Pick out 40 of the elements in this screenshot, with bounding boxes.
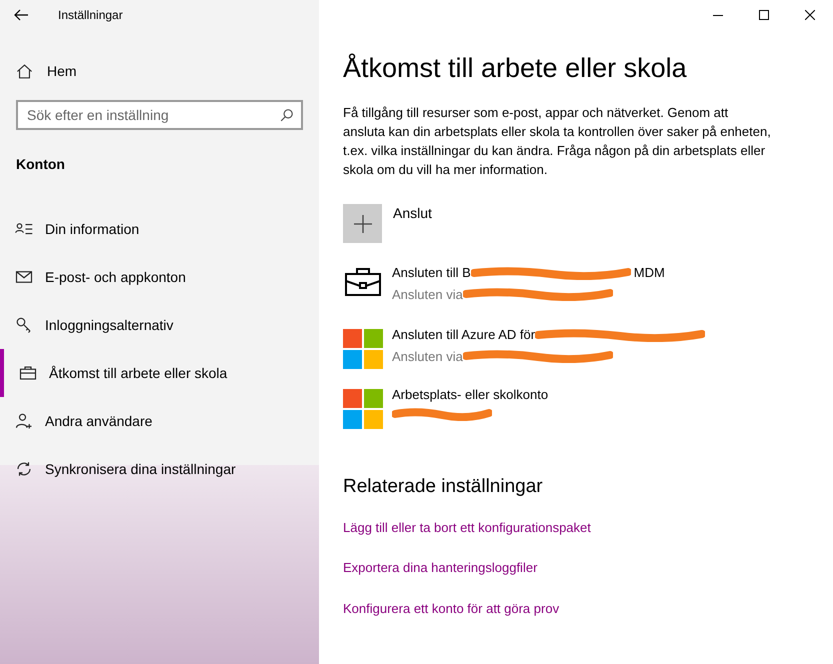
windows-logo-icon	[343, 329, 383, 369]
account-item[interactable]: Ansluten till Azure AD för Ansluten via	[343, 325, 813, 385]
home-icon	[16, 62, 33, 80]
close-icon	[805, 10, 815, 20]
plus-icon	[354, 214, 372, 232]
section-heading: Relaterade inställningar	[343, 475, 544, 499]
page-title: Åtkomst till arbete eller skola	[343, 52, 688, 85]
section-heading: Konton	[15, 155, 66, 174]
nav-item[interactable]: Synkronisera dina inställningar	[0, 445, 319, 493]
settings-link[interactable]: Konfigurera ett konto för att göra prov	[343, 598, 560, 618]
briefcase-icon	[19, 364, 37, 382]
account-item[interactable]: Arbetsplats- eller skolkonto	[343, 385, 813, 445]
windows-logo-icon	[343, 389, 383, 429]
back-arrow-icon[interactable]	[14, 9, 28, 21]
account-detail: Ansluten via	[392, 286, 463, 304]
account-item[interactable]: Ansluten till B MDM Ansluten via	[343, 259, 813, 325]
account-title: Ansluten till B	[392, 264, 471, 282]
nav-item[interactable]: Andra användare	[0, 397, 319, 445]
home-nav-item[interactable]: Hem	[0, 58, 319, 84]
account-title-end: MDM	[634, 264, 665, 282]
account-title: Arbetsplats- eller skolkonto	[392, 386, 548, 404]
account-detail: Ansluten via	[392, 348, 463, 366]
nav-item[interactable]: E-post- och appkonton	[0, 253, 319, 301]
search-icon	[280, 108, 294, 122]
search-field[interactable]: Sök efter en inställning	[16, 100, 303, 130]
user-add-icon	[15, 412, 33, 430]
settings-link[interactable]: Lägg till eller ta bort ett konfigurationspaket	[343, 518, 591, 537]
minimize-icon	[713, 14, 723, 16]
maximize-icon	[759, 10, 769, 20]
nav-item[interactable]: Din information	[0, 205, 319, 253]
account-title: Ansluten till Azure AD för	[392, 326, 536, 344]
connect-button[interactable]: Anslut	[343, 204, 813, 243]
nav-item[interactable]: Inloggningsalternativ	[0, 301, 319, 349]
mail-icon	[15, 268, 33, 286]
window-title: Inställningar	[58, 7, 123, 24]
description: Få tillgång till resurser som e-post, appar och nätverket. Genom att ansluta kan din arbetsplats eller skola ta kontrollen över saker på enheten, t.ex. vilka inställningar du kan ändra. Fråga någon på din arbetsplats eller skola om du vill ha mer information.	[343, 104, 772, 179]
key-icon	[15, 316, 33, 334]
settings-link[interactable]: Exportera dina hanteringsloggfiler	[343, 558, 538, 578]
sync-icon	[15, 460, 33, 478]
briefcase-icon	[344, 267, 382, 297]
